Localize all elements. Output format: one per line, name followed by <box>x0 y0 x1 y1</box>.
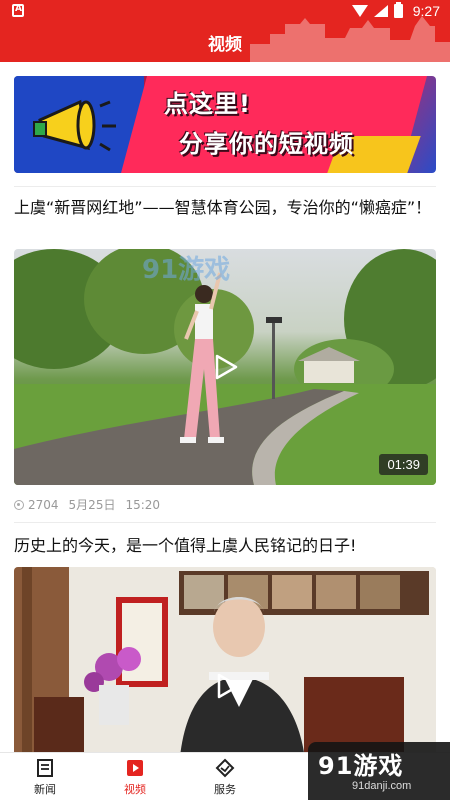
divider <box>14 186 436 187</box>
notification-icon <box>12 4 24 17</box>
battery-icon <box>393 2 403 18</box>
top-header: 9:27 视频 <box>0 0 450 62</box>
page-title: 视频 <box>208 35 242 55</box>
watermark-badge: 91游戏 91danji.com <box>308 742 450 800</box>
video-thumbnail[interactable]: 01:39 <box>14 249 436 485</box>
service-icon <box>215 758 235 777</box>
app-root: 9:27 视频 点这里! 分享你的短视频 上虞“新晋网红地”——智慧体育公园，专… <box>0 0 450 800</box>
tab-label: 新闻 <box>34 782 56 796</box>
news-icon <box>37 758 53 777</box>
view-count-icon <box>14 499 24 510</box>
video-thumbnail[interactable] <box>14 567 436 752</box>
view-count: 2704 <box>28 497 59 512</box>
publish-date: 5月25日 <box>68 498 116 512</box>
banner-subheadline: 分享你的短视频 <box>179 130 354 158</box>
video-scene <box>14 567 436 752</box>
megaphone-icon <box>33 99 116 152</box>
watermark-badge-url: 91danji.com <box>352 780 412 792</box>
status-time: 9:27 <box>412 3 440 19</box>
tab-label: 服务 <box>214 782 236 796</box>
tab-news[interactable]: 新闻 <box>0 753 90 800</box>
signal-icon <box>373 5 388 17</box>
wifi-icon <box>351 5 368 17</box>
tab-service[interactable]: 服务 <box>180 753 270 800</box>
publish-time: 15:20 <box>125 497 161 512</box>
tab-video[interactable]: 视频 <box>90 753 180 800</box>
tab-label: 视频 <box>124 782 146 796</box>
video-icon <box>127 759 143 776</box>
watermark-badge-text: 91游戏 <box>318 752 404 780</box>
video-duration: 01:39 <box>379 454 428 475</box>
play-icon[interactable] <box>214 673 240 699</box>
status-bar: 9:27 <box>0 0 450 24</box>
video-feed[interactable]: 点这里! 分享你的短视频 上虞“新晋网红地”——智慧体育公园，专治你的“懒癌症”… <box>0 62 450 752</box>
article-title[interactable]: 上虞“新晋网红地”——智慧体育公园，专治你的“懒癌症”！ <box>14 196 436 220</box>
status-icons: 9:27 <box>351 2 440 19</box>
banner-headline: 点这里! <box>164 90 251 118</box>
article-meta: 2704 5月25日 15:20 <box>14 496 166 513</box>
play-icon[interactable] <box>212 354 238 380</box>
article-title[interactable]: 历史上的今天，是一个值得上虞人民铭记的日子! <box>14 534 436 558</box>
divider <box>14 522 436 523</box>
share-video-banner[interactable]: 点这里! 分享你的短视频 <box>14 76 436 173</box>
